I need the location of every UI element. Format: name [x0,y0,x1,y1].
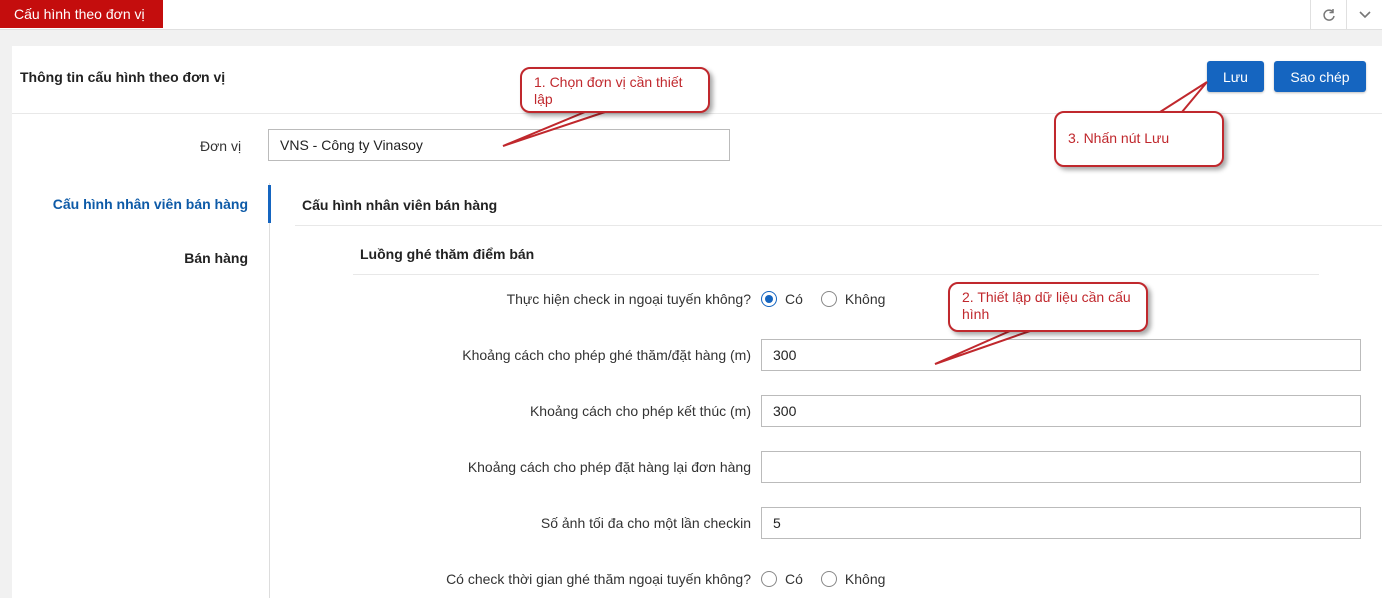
radio-label-yes: Có [785,571,803,587]
reorder-distance-label: Khoảng cách cho phép đặt hàng lại đơn hà… [467,459,751,475]
radio-label-no: Không [844,571,886,587]
tab-unit-config[interactable]: Cấu hình theo đơn vị [0,0,163,28]
side-nav: Cấu hình nhân viên bán hàng Bán hàng [12,183,272,598]
offline-checkin-label: Thực hiện check in ngoại tuyến không? [506,291,751,307]
nav-divider [269,183,270,598]
end-distance-input[interactable]: 300 [761,395,1361,427]
refresh-icon[interactable] [1310,0,1346,30]
unit-label: Đơn vị [200,138,242,154]
callout-step2: 2. Thiết lập dữ liệu cần cấu hình [948,282,1148,332]
max-photos-label: Số ảnh tối đa cho một lần checkin [540,515,751,531]
group-divider [353,274,1319,275]
group-title: Luồng ghé thăm điểm bán [360,246,535,262]
callout-step1: 1. Chọn đơn vị cần thiết lập [520,67,710,113]
section-divider [295,225,1382,226]
save-button[interactable]: Lưu [1207,61,1264,92]
radio-label-no: Không [844,291,886,307]
max-photos-input[interactable]: 5 [761,507,1361,539]
page-title: Thông tin cấu hình theo đơn vị [20,69,226,85]
offline-visit-time-radio-group: Có Không [761,571,903,587]
offline-checkin-radio-group: Có Không [761,291,903,307]
sidebar-item-sales[interactable]: Bán hàng [184,250,248,266]
unit-select[interactable]: VNS - Công ty Vinasoy [268,129,730,161]
visit-distance-input[interactable]: 300 [761,339,1361,371]
offline-visit-time-yes-radio[interactable] [761,571,777,587]
sidebar-item-sales-staff-config[interactable]: Cấu hình nhân viên bán hàng [53,196,248,212]
end-distance-label: Khoảng cách cho phép kết thúc (m) [529,403,751,419]
visit-distance-label: Khoảng cách cho phép ghé thăm/đặt hàng (… [462,347,751,363]
tab-tools [1310,0,1382,30]
chevron-down-icon[interactable] [1346,0,1382,30]
nav-active-indicator [268,185,271,223]
radio-label-yes: Có [785,291,803,307]
offline-visit-time-label: Có check thời gian ghé thăm ngoại tuyến … [446,571,751,587]
callout-step3: 3. Nhấn nút Lưu [1054,111,1224,167]
offline-checkin-yes-radio[interactable] [761,291,777,307]
tab-bar: Cấu hình theo đơn vị [0,0,1382,30]
offline-checkin-no-radio[interactable] [820,291,837,307]
reorder-distance-input[interactable] [761,451,1361,483]
section-title: Cấu hình nhân viên bán hàng [302,197,498,213]
copy-button[interactable]: Sao chép [1274,61,1366,92]
offline-visit-time-no-radio[interactable] [820,571,837,587]
